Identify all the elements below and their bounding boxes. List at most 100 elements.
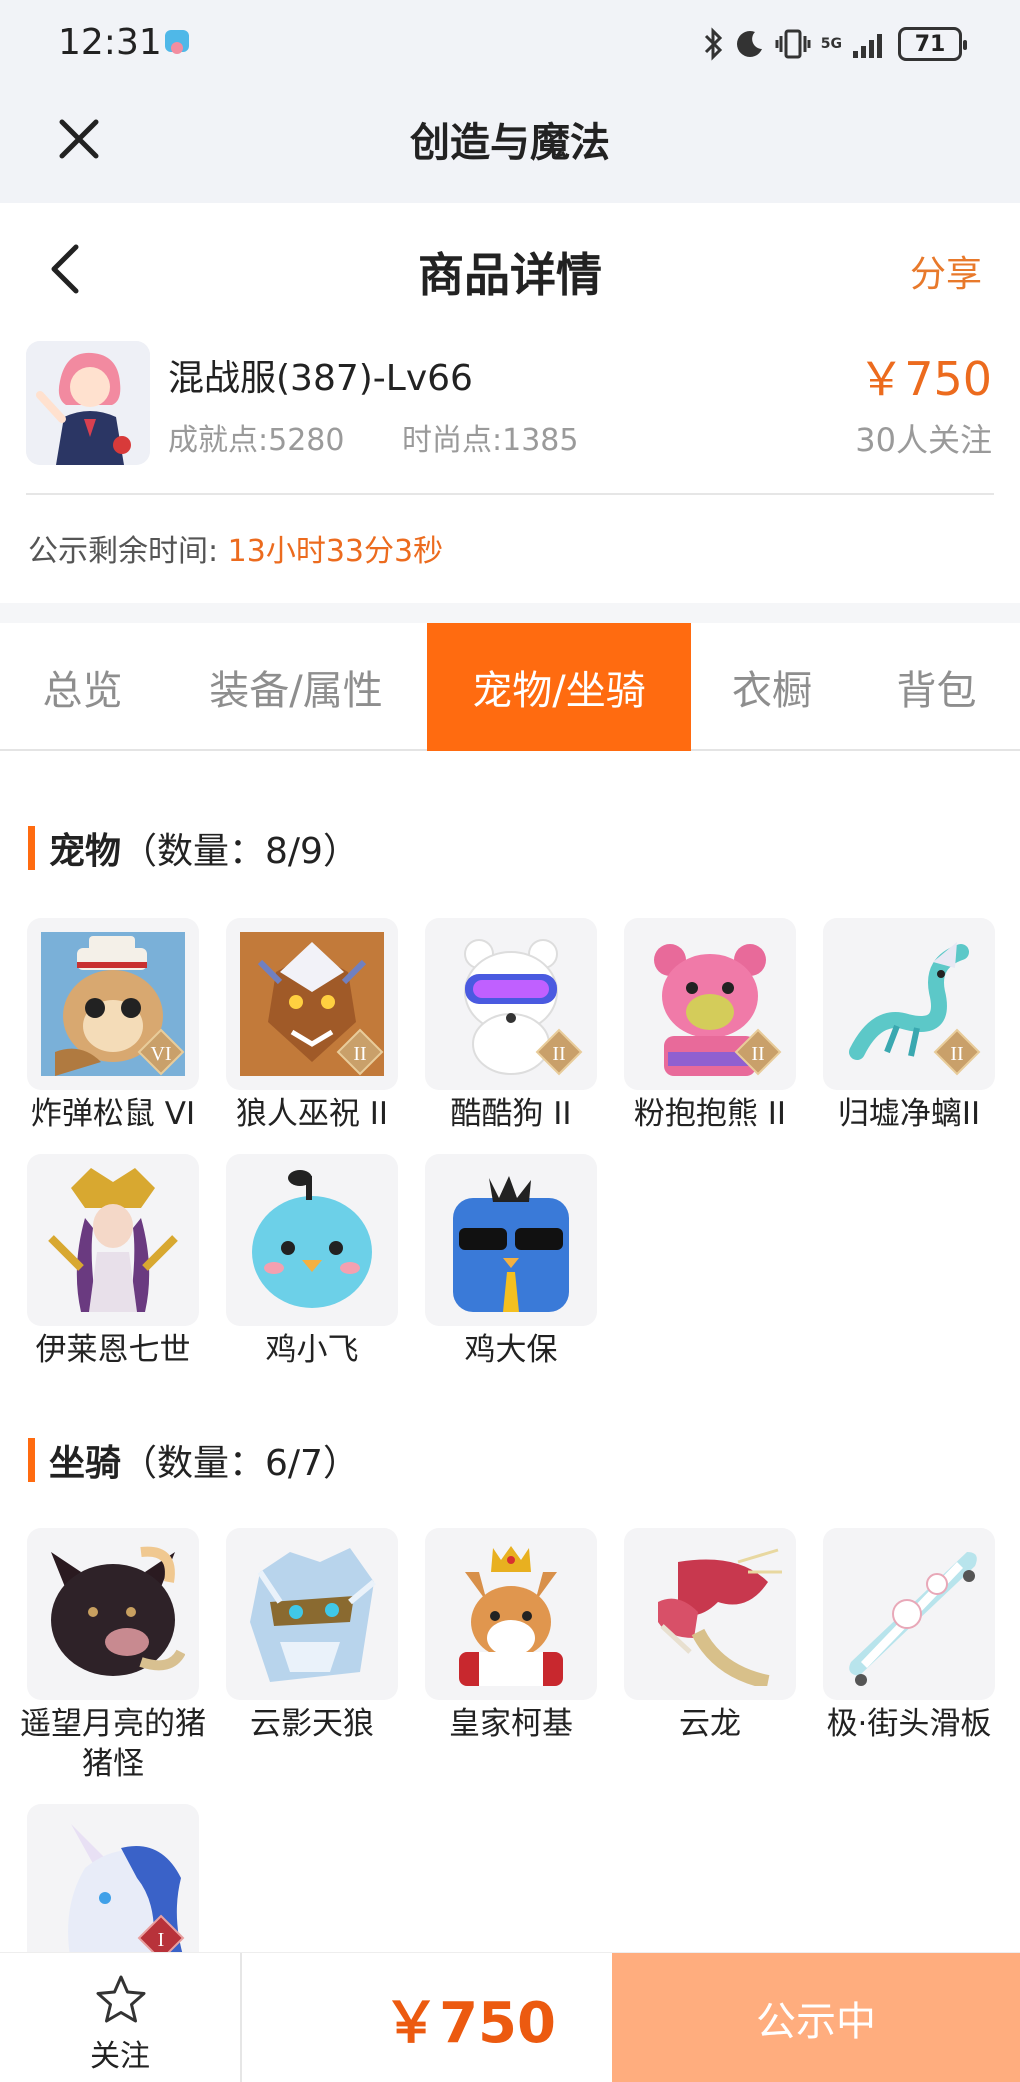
mount-tile[interactable]: 皇家柯基 (425, 1528, 597, 1744)
app-title: 创造与魔法 (410, 120, 610, 166)
level-badge: II (336, 1028, 384, 1076)
mount-image (27, 1528, 199, 1700)
pets-section-title: 宠物 （数量：8/9） (28, 822, 359, 874)
mount-name: 遥望月亮的猪猪怪 (20, 1706, 206, 1782)
follow-label: 关注 (90, 2039, 150, 2074)
mount-image (425, 1528, 597, 1700)
level-badge: II (535, 1028, 583, 1076)
network-type: 5G (820, 36, 842, 52)
status-bar: 12:31 5G 71 (0, 0, 1020, 88)
pet-name: 鸡大保 (464, 1332, 558, 1368)
svg-text:II: II (751, 1043, 764, 1065)
mount-name: 极·街头滑板 (826, 1706, 992, 1742)
mount-tile[interactable]: I (27, 1804, 199, 1976)
pet-name: 归墟净螭II (837, 1096, 981, 1132)
pets-title: 宠物 (49, 831, 122, 872)
countdown-value: 13小时33分3秒 (227, 534, 444, 569)
tab-pets-mounts[interactable]: 宠物/坐骑 (427, 623, 691, 751)
pet-tile[interactable]: 伊莱恩七世 (27, 1154, 199, 1370)
mount-name: 皇家柯基 (449, 1706, 573, 1742)
pet-tile[interactable]: II 粉抱抱熊 II (624, 918, 796, 1134)
page-nav: 商品详情 分享 (0, 203, 1020, 333)
countdown-label: 公示剩余时间: (28, 534, 219, 569)
level-badge: VI (137, 1028, 185, 1076)
pet-tile[interactable]: II 狼人巫祝 II (226, 918, 398, 1134)
mounts-title: 坐骑 (49, 1443, 122, 1484)
pet-tile[interactable]: 鸡小飞 (226, 1154, 398, 1370)
pet-image: II (226, 918, 398, 1090)
bluetooth-icon (704, 27, 722, 61)
pet-name: 粉抱抱熊 II (633, 1096, 787, 1132)
mount-image (823, 1528, 995, 1700)
section-separator (0, 603, 1020, 623)
signal-icon (853, 34, 882, 58)
achievement-points: 成就点:5280 (168, 423, 345, 458)
server-level: 混战服(387)-Lv66 (168, 358, 473, 399)
detail-tabs: 总览 装备/属性 宠物/坐骑 衣橱 背包 (0, 623, 1020, 751)
publicity-countdown: 公示剩余时间: 13小时33分3秒 (28, 526, 443, 570)
mounts-section-title: 坐骑 （数量：6/7） (28, 1434, 359, 1486)
pet-image (425, 1154, 597, 1326)
pet-image: II (624, 918, 796, 1090)
mount-tile[interactable]: 云龙 (624, 1528, 796, 1744)
pet-name: 炸弹松鼠 VI (30, 1096, 196, 1132)
pet-image (226, 1154, 398, 1326)
svg-text:VI: VI (150, 1043, 171, 1065)
product-price: ￥750 (858, 352, 992, 406)
mount-image (624, 1528, 796, 1700)
character-avatar[interactable] (26, 341, 150, 465)
battery-icon: 71 (898, 27, 967, 61)
pet-name: 鸡小飞 (265, 1332, 359, 1368)
follower-count: 30人关注 (855, 421, 992, 459)
tab-backpack[interactable]: 背包 (853, 623, 1020, 751)
bottom-action-bar: 关注 ￥750 公示中 (0, 1952, 1020, 2082)
top-area: 12:31 5G 71 创造与魔法 (0, 0, 1020, 203)
product-summary: 混战服(387)-Lv66 成就点:5280 时尚点:1385 ￥750 30人… (0, 333, 1020, 493)
pet-image (27, 1154, 199, 1326)
pet-tile[interactable]: II 酷酷狗 II (425, 918, 597, 1134)
bottom-price: ￥750 (383, 1990, 556, 2056)
mounts-count: （数量：6/7） (121, 1443, 359, 1484)
pets-count: （数量：8/9） (121, 831, 359, 872)
pet-tile[interactable]: VI 炸弹松鼠 VI (27, 918, 199, 1134)
star-icon (96, 1975, 146, 2023)
status-icons: 5G 71 (703, 24, 967, 64)
svg-text:II: II (552, 1043, 565, 1065)
mount-name: 云影天狼 (250, 1706, 374, 1742)
pet-tile[interactable]: 鸡大保 (425, 1154, 597, 1370)
svg-text:II: II (353, 1043, 366, 1065)
section-marker (28, 1438, 35, 1482)
mount-name: 云龙 (679, 1706, 741, 1742)
pet-tile[interactable]: II 归墟净螭II (823, 918, 995, 1134)
status-time: 12:31 (58, 22, 162, 63)
pet-image: II (823, 918, 995, 1090)
pet-name: 狼人巫祝 II (235, 1096, 389, 1132)
share-button[interactable]: 分享 (910, 245, 982, 297)
mount-tile[interactable]: 极·街头滑板 (823, 1528, 995, 1744)
mount-image (226, 1528, 398, 1700)
svg-text:II: II (950, 1043, 963, 1065)
pet-image: VI (27, 918, 199, 1090)
section-marker (28, 826, 35, 870)
moon-icon (736, 31, 762, 57)
app-header: 创造与魔法 (0, 88, 1020, 203)
divider (26, 493, 994, 495)
publicity-status-button[interactable]: 公示中 (612, 1953, 1020, 2082)
fashion-points: 时尚点:1385 (402, 423, 579, 458)
svg-text:I: I (158, 1929, 165, 1951)
mount-tile[interactable]: 遥望月亮的猪猪怪 (20, 1528, 206, 1784)
vibrate-icon (775, 29, 811, 59)
pet-name: 酷酷狗 II (450, 1096, 572, 1132)
mount-image: I (27, 1804, 199, 1976)
level-badge: II (734, 1028, 782, 1076)
tab-equipment[interactable]: 装备/属性 (165, 623, 427, 751)
level-badge: II (933, 1028, 981, 1076)
pet-image: II (425, 918, 597, 1090)
follow-button[interactable]: 关注 (0, 1953, 242, 2082)
mount-tile[interactable]: 云影天狼 (226, 1528, 398, 1744)
pet-name: 伊莱恩七世 (35, 1332, 191, 1368)
tab-overview[interactable]: 总览 (0, 623, 165, 751)
tab-wardrobe[interactable]: 衣橱 (691, 623, 853, 751)
notification-app-icon (162, 28, 192, 58)
page-title: 商品详情 (418, 248, 602, 302)
